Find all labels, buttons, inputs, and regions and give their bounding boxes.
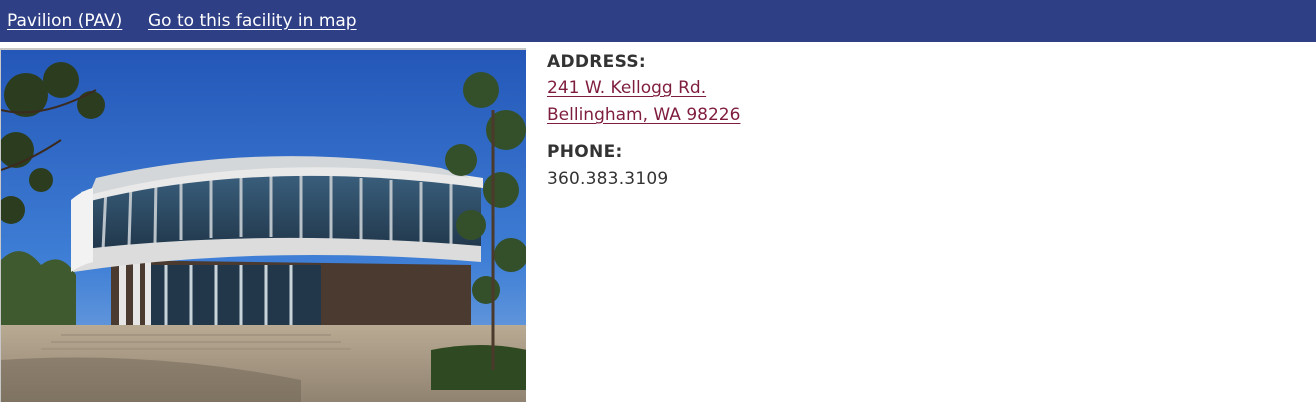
address-line1-link[interactable]: 241 W. Kellogg Rd.: [547, 75, 740, 102]
address-block: 241 W. Kellogg Rd. Bellingham, WA 98226: [547, 75, 740, 129]
phone-value: 360.383.3109: [547, 169, 669, 189]
phone-label: PHONE:: [547, 142, 623, 162]
facility-details: ADDRESS: 241 W. Kellogg Rd. Bellingham, …: [547, 51, 740, 192]
facility-name-link[interactable]: Pavilion (PAV): [7, 10, 122, 32]
address-line2-link[interactable]: Bellingham, WA 98226: [547, 102, 740, 129]
header-bar: Pavilion (PAV) Go to this facility in ma…: [0, 0, 1316, 42]
address-label: ADDRESS:: [547, 52, 647, 72]
map-link[interactable]: Go to this facility in map: [148, 10, 357, 32]
facility-photo: [0, 48, 526, 402]
